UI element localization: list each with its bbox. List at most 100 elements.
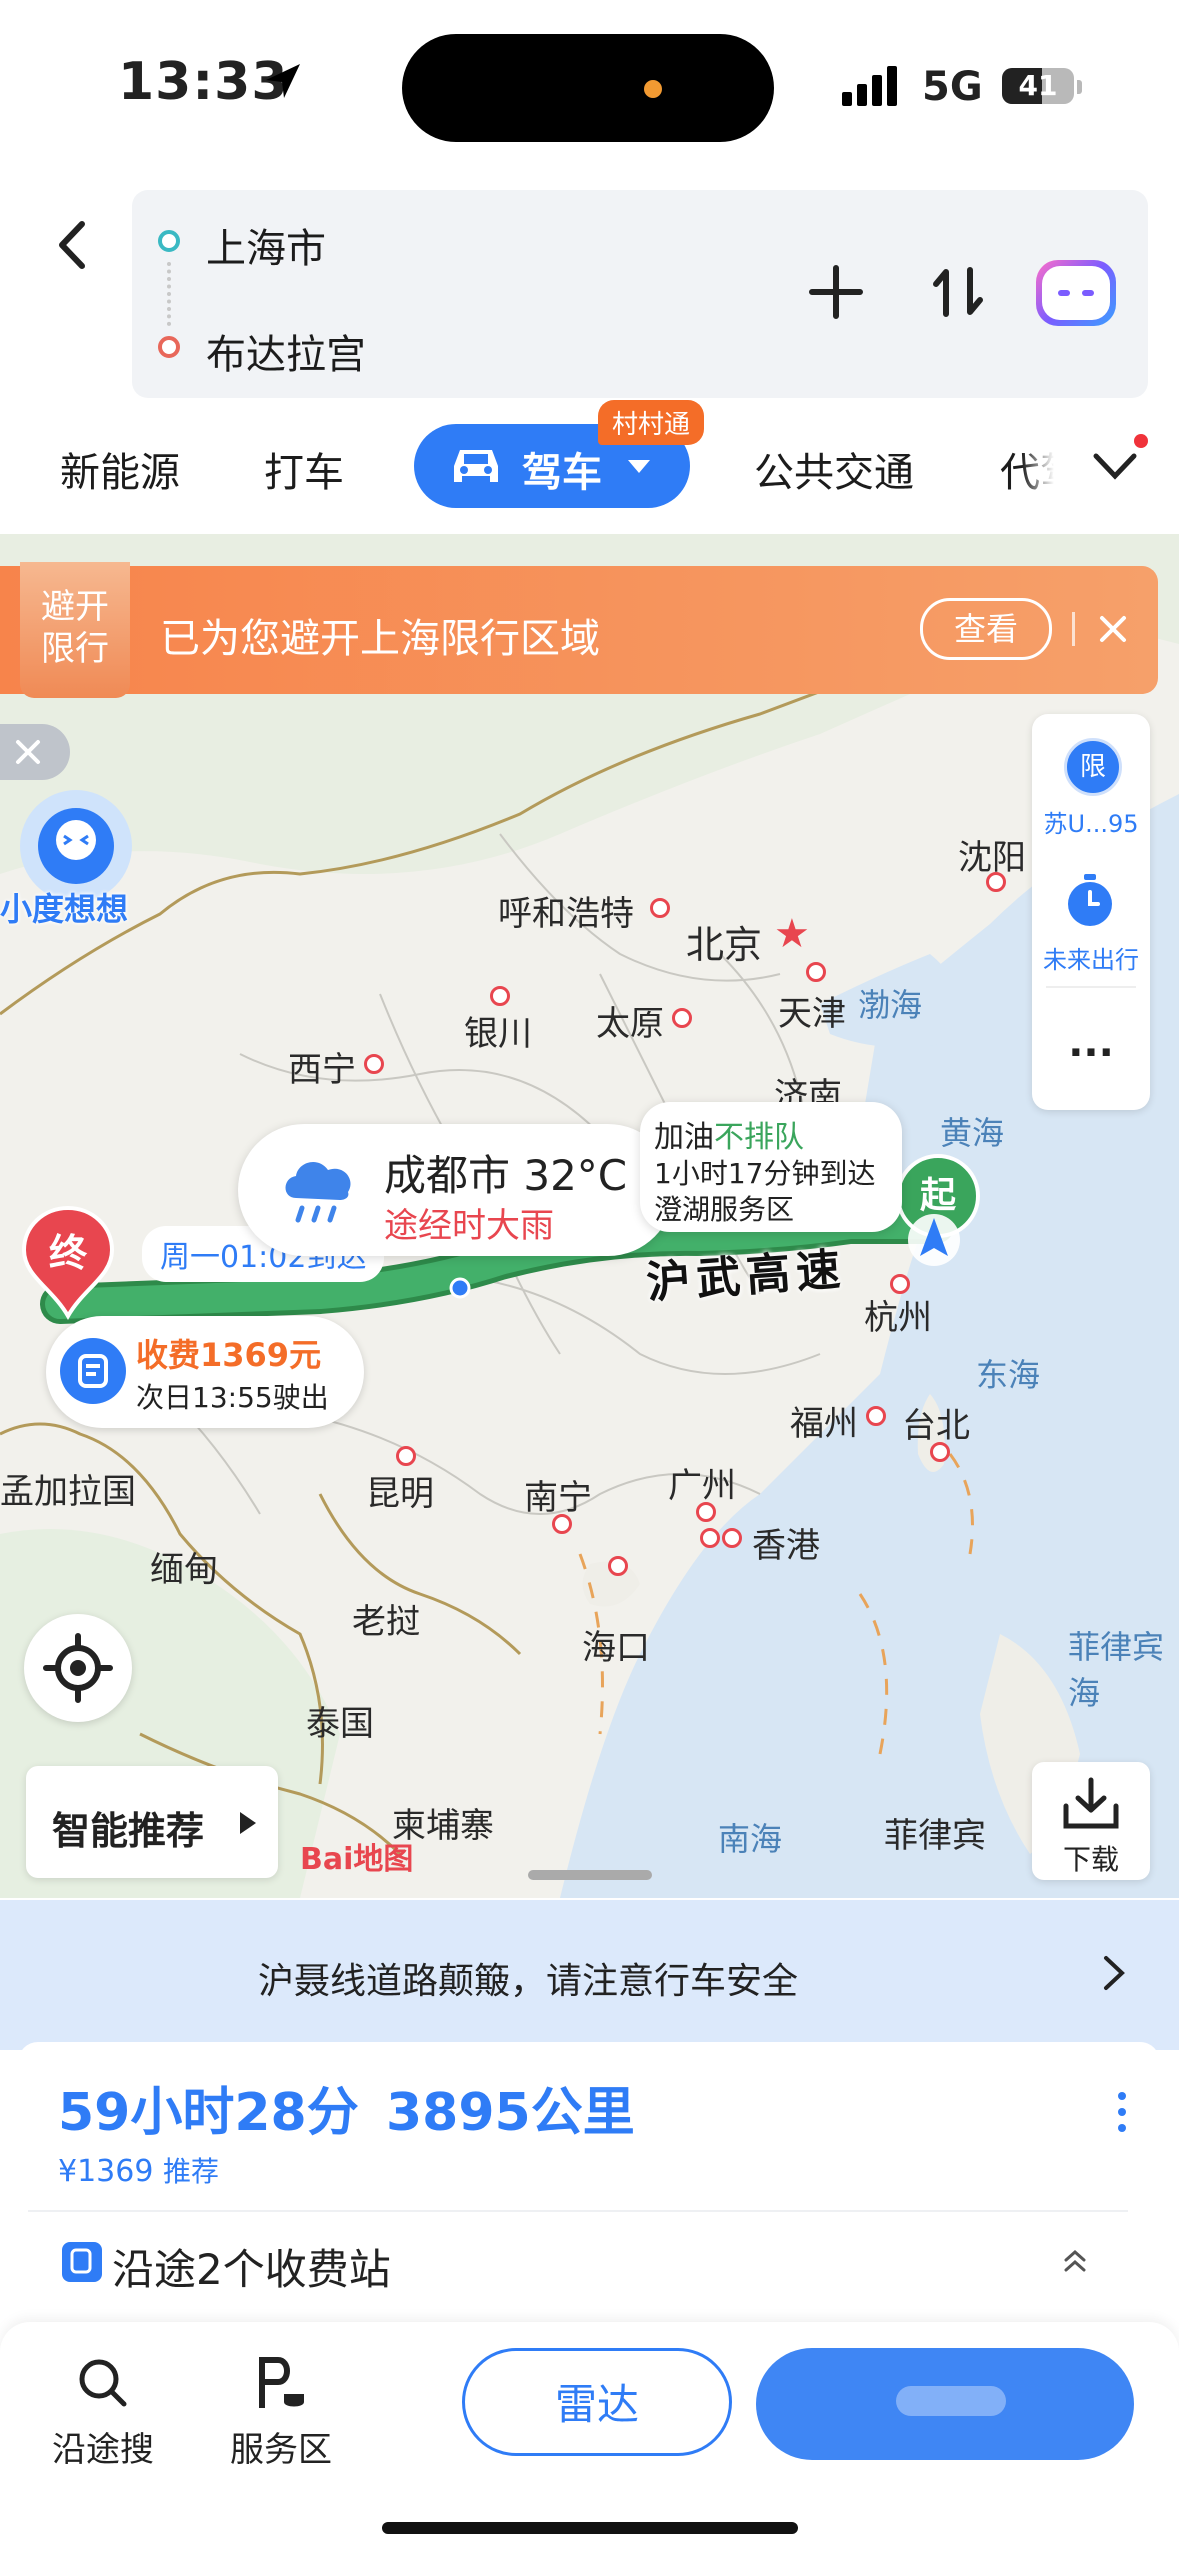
map-label: 福州 [790,1404,858,1444]
dynamic-island [402,34,774,142]
fuel-eta: 1小时17分钟到达 [654,1157,876,1190]
battery-cap [1077,80,1082,94]
service-area-label: 服务区 [230,2430,332,2470]
restriction-plate-label: 苏U...95 [1043,810,1139,838]
assistant-icon[interactable] [1036,260,1116,326]
city-marker [552,1514,572,1534]
service-area-button[interactable]: 服务区 [216,2350,346,2480]
map-label: 太原 [596,1004,664,1044]
sheet-drag-handle[interactable] [528,1870,652,1880]
navigation-arrow-icon [904,1210,964,1274]
banner-tag-line1: 避开 [41,587,109,627]
map-label: 西宁 [288,1050,356,1090]
swap-route-button[interactable] [928,262,988,326]
map-view[interactable]: 呼和浩特 北京 ★ 天津 沈阳 银川 太原 西宁 济南 杭州 福州 台北 昆明 … [0,534,1179,1898]
end-marker[interactable]: 终 [20,1204,116,1328]
map-label: 老挝 [352,1602,420,1642]
smart-recommend-button[interactable]: 智能推荐 [26,1766,278,1878]
toll-exit-time: 次日13:55驶出 [136,1381,329,1414]
destination-dot-icon [158,336,180,358]
map-label: 南宁 [524,1478,592,1518]
search-along-label: 沿途搜 [52,2430,154,2470]
location-arrow-icon [262,60,304,106]
restriction-banner: 避开 限行 已为您避开上海限行区域 查看 [0,562,1158,698]
toll-station-count: 沿途2个收费站 [112,2245,391,2294]
xiaodu-label: 小度想想 [0,890,129,928]
close-xiaodu-button[interactable] [0,724,70,780]
download-button[interactable]: 下载 [1032,1762,1150,1880]
banner-divider [1072,612,1075,646]
tabs-expand-icon[interactable] [1090,446,1140,490]
map-label: 孟加拉国 [0,1472,136,1512]
drive-badge: 村村通 [598,400,705,445]
route-options-button[interactable] [1118,2092,1130,2132]
fuel-highlight: 不排队 [714,1120,804,1155]
map-label: 菲律宾海 [1068,1628,1165,1712]
city-marker [930,1442,950,1462]
end-marker-label: 终 [48,1231,87,1275]
stopwatch-icon[interactable] [1064,872,1116,932]
parking-cup-icon [259,2357,304,2408]
route-connector [167,262,175,326]
map-logo: Bai地图 [300,1842,414,1877]
route-summary-card[interactable]: 59小时28分 3895公里 ¥1369 推荐 沿途2个收费站 [18,2042,1160,2302]
city-marker [866,1406,886,1426]
chevron-right-icon [1104,1956,1125,1990]
notice-text: 沪聂线道路颠簸，请注意行车安全 [258,1961,799,2002]
banner-view-button[interactable]: 查看 [920,598,1052,660]
future-travel-label: 未来出行 [1043,946,1139,974]
banner-tag-line2: 限行 [41,629,109,669]
smart-recommend-label: 智能推荐 [52,1809,205,1853]
search-icon [79,2359,127,2407]
weather-bubble[interactable]: 成都市 32°C 途经时大雨 [238,1124,674,1256]
map-label: 香港 [752,1526,820,1566]
fuel-bubble[interactable]: 加油不排队 1小时17分钟到达 澄湖服务区 [640,1102,902,1232]
sea-label: 渤海 [858,986,923,1024]
toll-amount: 收费1369元 [136,1336,322,1374]
tab-chauffeur[interactable]: 代驾 [1000,440,1054,498]
toll-bubble[interactable]: 收费1369元 次日13:55驶出 [46,1316,364,1428]
back-button[interactable] [40,210,110,280]
car-icon [454,450,498,482]
tab-new-energy[interactable]: 新能源 [60,440,180,498]
route-price: ¥1369 推荐 [58,2150,219,2190]
locate-button[interactable] [24,1614,132,1722]
restriction-icon[interactable]: 限 [1064,738,1122,796]
city-marker [490,986,510,1006]
crosshair-icon [43,1633,113,1703]
network-type: 5G [922,64,983,110]
home-indicator [382,2522,798,2534]
map-label: 缅甸 [150,1550,218,1590]
start-navigation-button[interactable] [756,2348,1134,2460]
tab-transit[interactable]: 公共交通 [754,440,914,498]
city-marker [396,1446,416,1466]
route-duration: 59小时28分 [58,2083,359,2143]
capital-star-icon: ★ [774,911,810,957]
map-label: 台北 [902,1406,970,1446]
banner-close-button[interactable] [1090,606,1136,656]
city-marker [700,1528,720,1548]
collapse-icon[interactable] [1058,2244,1092,2278]
button-label-placeholder [896,2386,1006,2416]
city-marker [986,872,1006,892]
road-notice[interactable]: 沪聂线道路颠簸，请注意行车安全 [0,1900,1179,2050]
destination-field[interactable]: 布达拉宫 [206,322,366,380]
fuel-station: 澄湖服务区 [654,1193,795,1226]
city-marker [890,1274,910,1294]
sea-label: 南海 [718,1820,783,1858]
origin-field[interactable]: 上海市 [206,216,326,274]
search-along-button[interactable]: 沿途搜 [38,2350,168,2480]
more-options-button[interactable]: ··· [1036,1030,1146,1076]
map-label: 呼和浩特 [498,894,634,934]
tab-taxi[interactable]: 打车 [264,440,344,498]
signal-icon [842,66,902,110]
map-label: 杭州 [864,1298,932,1338]
card-divider [28,2210,1128,2212]
bottom-action-bar: 沿途搜 服务区 雷达 [0,2322,1179,2556]
island-indicator [644,80,662,98]
radar-button[interactable]: 雷达 [462,2348,732,2456]
add-waypoint-button[interactable] [806,262,866,326]
map-label: 海口 [582,1628,650,1668]
city-marker [608,1556,628,1576]
sea-label: 东海 [976,1356,1041,1394]
